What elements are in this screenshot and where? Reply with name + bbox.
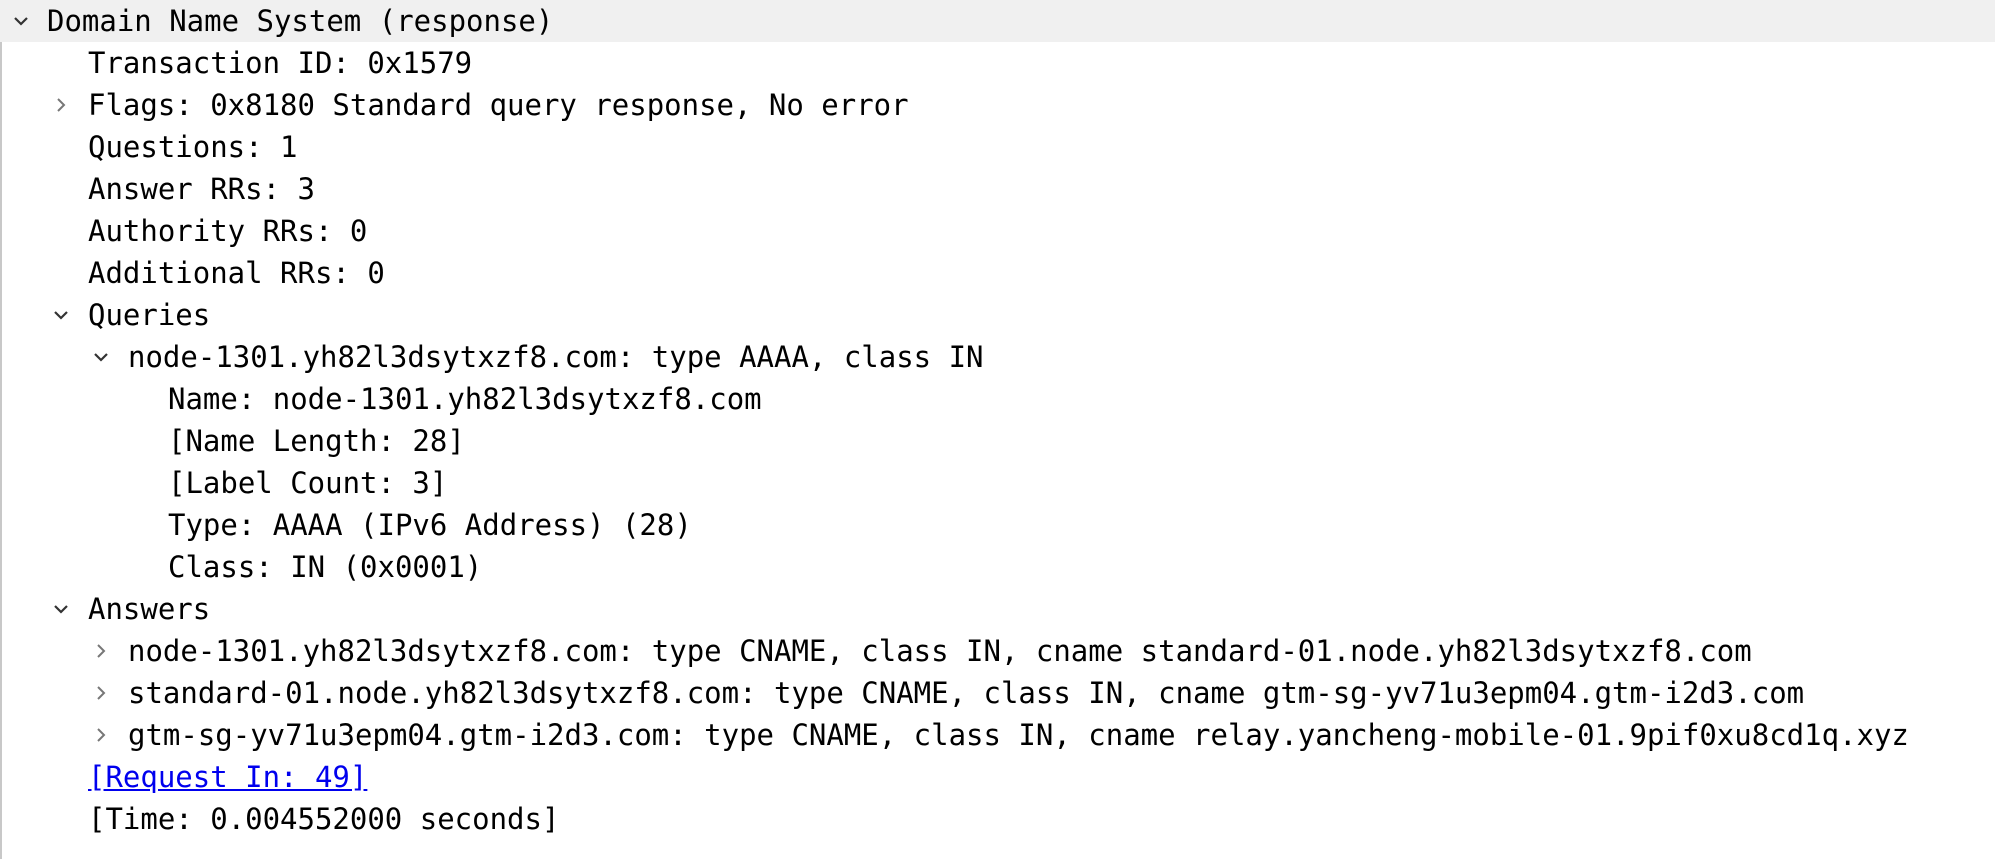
query-summary: node-1301.yh82l3dsytxzf8.com: type AAAA,… bbox=[128, 340, 984, 374]
tree-leaf-questions[interactable]: Questions: 1 bbox=[0, 126, 1995, 168]
field-authority-rrs: Authority RRs: 0 bbox=[88, 214, 368, 248]
tree-label-dns: Domain Name System (response) bbox=[47, 4, 554, 38]
tree-node-answer[interactable]: standard-01.node.yh82l3dsytxzf8.com: typ… bbox=[0, 672, 1995, 714]
tree-leaf-query-class[interactable]: Class: IN (0x0001) bbox=[0, 546, 1995, 588]
tree-node-dns[interactable]: Domain Name System (response) bbox=[0, 0, 1995, 42]
tree-leaf-label-count[interactable]: [Label Count: 3] bbox=[0, 462, 1995, 504]
field-query-name: Name: node-1301.yh82l3dsytxzf8.com bbox=[168, 382, 762, 416]
answer-summary: gtm-sg-yv71u3epm04.gtm-i2d3.com: type CN… bbox=[128, 718, 1909, 752]
tree-label-queries: Queries bbox=[88, 298, 211, 332]
tree-leaf-name-length[interactable]: [Name Length: 28] bbox=[0, 420, 1995, 462]
tree-leaf-query-name[interactable]: Name: node-1301.yh82l3dsytxzf8.com bbox=[0, 378, 1995, 420]
chevron-right-icon[interactable] bbox=[48, 84, 74, 126]
field-query-type: Type: AAAA (IPv6 Address) (28) bbox=[168, 508, 692, 542]
chevron-down-icon[interactable] bbox=[88, 336, 114, 378]
field-time: [Time: 0.004552000 seconds] bbox=[88, 802, 560, 836]
chevron-right-icon[interactable] bbox=[88, 672, 114, 714]
tree-leaf-request-in[interactable]: [Request In: 49] bbox=[0, 756, 1995, 798]
tree-leaf-authority-rrs[interactable]: Authority RRs: 0 bbox=[0, 210, 1995, 252]
tree-node-answer[interactable]: node-1301.yh82l3dsytxzf8.com: type CNAME… bbox=[0, 630, 1995, 672]
tree-node-flags[interactable]: Flags: 0x8180 Standard query response, N… bbox=[0, 84, 1995, 126]
field-questions: Questions: 1 bbox=[88, 130, 298, 164]
chevron-down-icon[interactable] bbox=[48, 588, 74, 630]
packet-details-tree[interactable]: Domain Name System (response) Transactio… bbox=[0, 0, 1995, 840]
field-transaction-id: Transaction ID: 0x1579 bbox=[88, 46, 473, 80]
tree-leaf-query-type[interactable]: Type: AAAA (IPv6 Address) (28) bbox=[0, 504, 1995, 546]
field-label-count: [Label Count: 3] bbox=[168, 466, 448, 500]
field-flags: Flags: 0x8180 Standard query response, N… bbox=[88, 88, 909, 122]
tree-leaf-time[interactable]: [Time: 0.004552000 seconds] bbox=[0, 798, 1995, 840]
answer-summary: standard-01.node.yh82l3dsytxzf8.com: typ… bbox=[128, 676, 1805, 710]
field-additional-rrs: Additional RRs: 0 bbox=[88, 256, 385, 290]
field-answer-rrs: Answer RRs: 3 bbox=[88, 172, 315, 206]
tree-leaf-transaction-id[interactable]: Transaction ID: 0x1579 bbox=[0, 42, 1995, 84]
chevron-down-icon[interactable] bbox=[8, 0, 34, 42]
chevron-down-icon[interactable] bbox=[48, 294, 74, 336]
tree-label-answers: Answers bbox=[88, 592, 211, 626]
answer-summary: node-1301.yh82l3dsytxzf8.com: type CNAME… bbox=[128, 634, 1752, 668]
tree-node-answers[interactable]: Answers bbox=[0, 588, 1995, 630]
tree-leaf-answer-rrs[interactable]: Answer RRs: 3 bbox=[0, 168, 1995, 210]
chevron-right-icon[interactable] bbox=[88, 714, 114, 756]
field-name-length: [Name Length: 28] bbox=[168, 424, 465, 458]
request-in-link[interactable]: [Request In: 49] bbox=[88, 756, 367, 798]
tree-node-query[interactable]: node-1301.yh82l3dsytxzf8.com: type AAAA,… bbox=[0, 336, 1995, 378]
tree-leaf-additional-rrs[interactable]: Additional RRs: 0 bbox=[0, 252, 1995, 294]
chevron-right-icon[interactable] bbox=[88, 630, 114, 672]
tree-node-queries[interactable]: Queries bbox=[0, 294, 1995, 336]
field-query-class: Class: IN (0x0001) bbox=[168, 550, 483, 584]
tree-node-answer[interactable]: gtm-sg-yv71u3epm04.gtm-i2d3.com: type CN… bbox=[0, 714, 1995, 756]
